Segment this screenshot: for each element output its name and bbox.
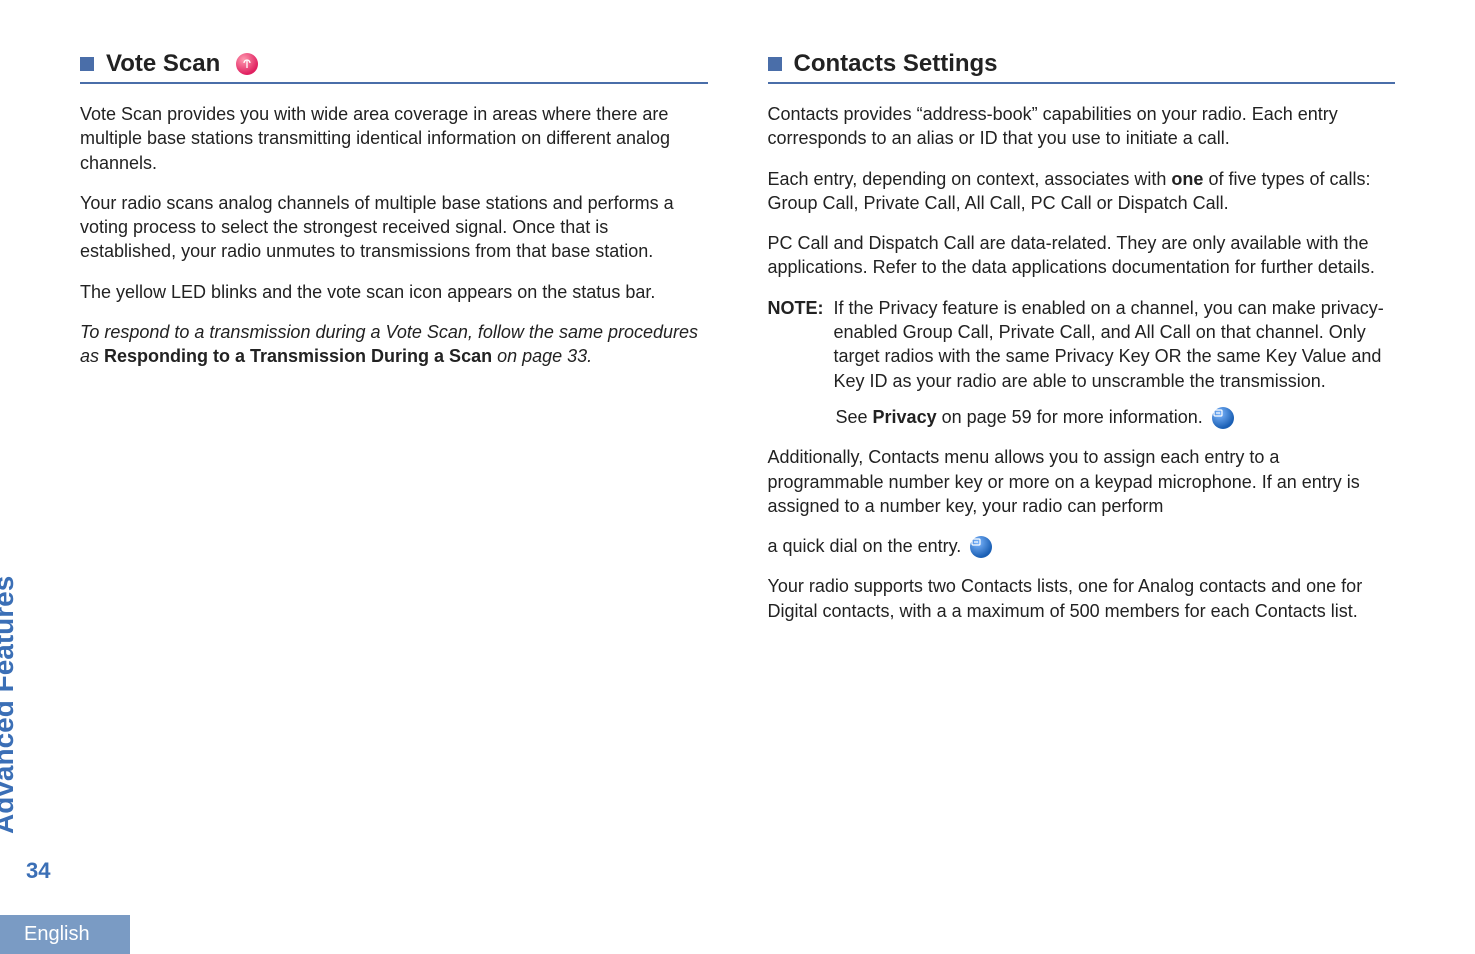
- left-p3: The yellow LED blinks and the vote scan …: [80, 280, 708, 304]
- right-section-header: Contacts Settings: [768, 50, 1396, 84]
- digital-icon: [970, 536, 992, 558]
- left-section-header: Vote Scan: [80, 50, 708, 84]
- left-p2: Your radio scans analog channels of mult…: [80, 191, 708, 264]
- note-sub-bold: Privacy: [873, 407, 937, 427]
- right-p1: Contacts provides “address-book” capabil…: [768, 102, 1396, 151]
- right-p5-text: a quick dial on the entry.: [768, 536, 967, 556]
- right-column: Contacts Settings Contacts provides “add…: [768, 50, 1396, 639]
- right-p4: Additionally, Contacts menu allows you t…: [768, 445, 1396, 518]
- left-column: Vote Scan Vote Scan provides you with wi…: [80, 50, 708, 639]
- right-p6: Your radio supports two Contacts lists, …: [768, 574, 1396, 623]
- digital-icon: [1212, 407, 1234, 429]
- note-sub-b: on page 59 for more information.: [937, 407, 1208, 427]
- note-label: NOTE:: [768, 296, 824, 393]
- right-p5: a quick dial on the entry.: [768, 534, 1396, 558]
- antenna-icon: [236, 53, 258, 75]
- left-section-title: Vote Scan: [106, 50, 220, 78]
- right-p2a: Each entry, depending on context, associ…: [768, 169, 1172, 189]
- square-bullet-icon: [768, 57, 782, 71]
- left-p4: To respond to a transmission during a Vo…: [80, 320, 708, 369]
- left-p1: Vote Scan provides you with wide area co…: [80, 102, 708, 175]
- right-p2: Each entry, depending on context, associ…: [768, 167, 1396, 216]
- note-block: NOTE: If the Privacy feature is enabled …: [768, 296, 1396, 393]
- note-sub-a: See: [836, 407, 873, 427]
- page-number: 34: [26, 858, 50, 884]
- right-section-title: Contacts Settings: [794, 50, 998, 78]
- note-sub: See Privacy on page 59 for more informat…: [836, 405, 1396, 429]
- square-bullet-icon: [80, 57, 94, 71]
- side-label: Advanced Features: [0, 576, 20, 834]
- right-p2-bold: one: [1171, 169, 1203, 189]
- language-tab: English: [0, 915, 130, 954]
- note-body: If the Privacy feature is enabled on a c…: [834, 296, 1396, 393]
- left-p4-tail: on page 33.: [492, 346, 592, 366]
- left-p4-bold: Responding to a Transmission During a Sc…: [104, 346, 492, 366]
- right-p3: PC Call and Dispatch Call are data-relat…: [768, 231, 1396, 280]
